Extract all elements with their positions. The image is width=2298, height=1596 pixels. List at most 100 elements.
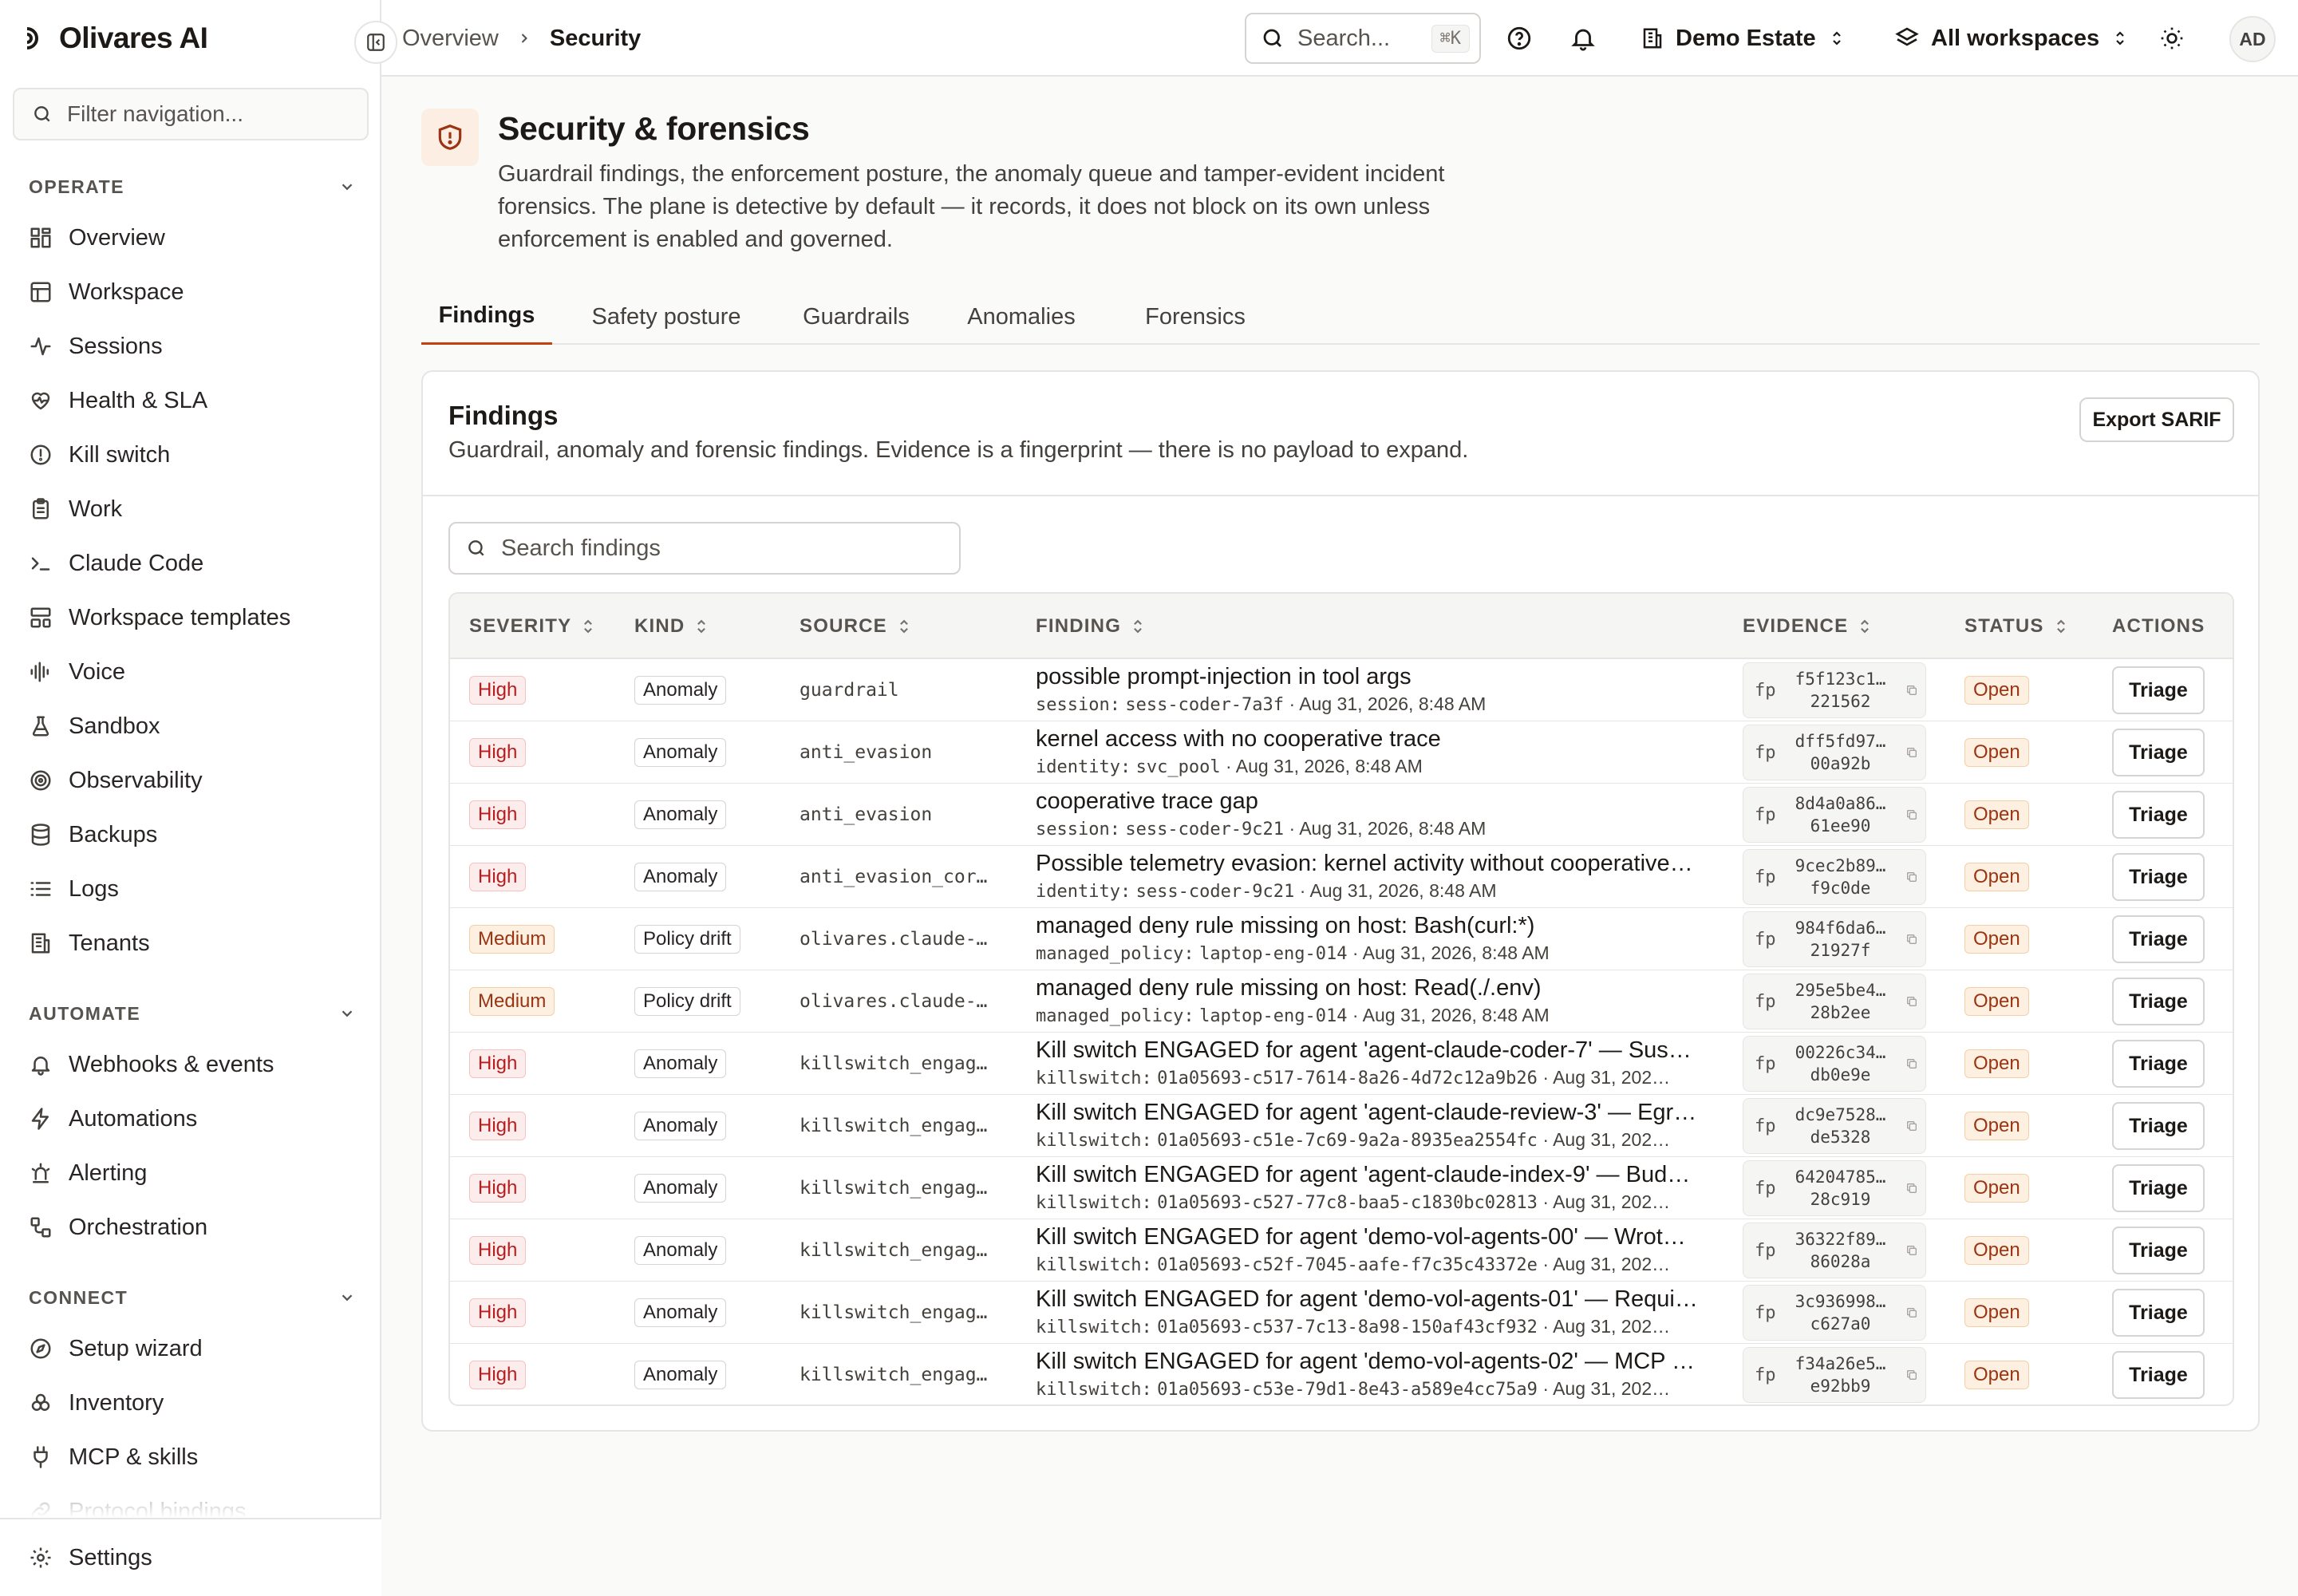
avatar[interactable]: AD <box>2229 16 2276 62</box>
table-row[interactable]: Medium Policy drift olivares.claude-… manag… <box>450 970 2233 1033</box>
sidebar-item-kill-switch[interactable]: Kill switch <box>16 431 365 479</box>
evidence-fingerprint[interactable]: fp 9cec2b89… f9c0de <box>1743 849 1926 905</box>
copy-icon[interactable] <box>1905 1369 1918 1381</box>
copy-icon[interactable] <box>1905 1120 1918 1132</box>
export-sarif-button[interactable]: Export SARIF <box>2079 397 2234 442</box>
evidence-fingerprint[interactable]: fp 3c936998… c627a0 <box>1743 1285 1926 1341</box>
sidebar-item-backups[interactable]: Backups <box>16 811 365 859</box>
findings-search-input[interactable] <box>501 535 948 562</box>
table-row[interactable]: High Anomaly anti_evasion_cor… Possible tel… <box>450 846 2233 908</box>
tab-safety-posture[interactable]: Safety posture <box>568 289 764 345</box>
table-row[interactable]: High Anomaly guardrail possible prompt-inje… <box>450 659 2233 721</box>
evidence-fingerprint[interactable]: fp 984f6da6… 21927f <box>1743 911 1926 967</box>
evidence-fingerprint[interactable]: fp 00226c34… db0e9e <box>1743 1036 1926 1092</box>
column-severity[interactable]: SEVERITY <box>469 594 595 659</box>
triage-button[interactable]: Triage <box>2112 666 2205 714</box>
column-status[interactable]: STATUS <box>1964 594 2068 659</box>
table-row[interactable]: High Anomaly anti_evasion cooperative trace… <box>450 784 2233 846</box>
triage-button[interactable]: Triage <box>2112 853 2205 901</box>
sidebar-item-observability[interactable]: Observability <box>16 757 365 804</box>
column-evidence[interactable]: EVIDENCE <box>1743 594 1872 659</box>
sidebar-item-setup-wizard[interactable]: Setup wizard <box>16 1325 365 1373</box>
nav-filter-input[interactable] <box>67 101 354 127</box>
evidence-fingerprint[interactable]: fp 295e5be4… 28b2ee <box>1743 974 1926 1029</box>
tab-guardrails[interactable]: Guardrails <box>777 289 935 345</box>
sidebar-item-workspace[interactable]: Workspace <box>16 268 365 316</box>
triage-button[interactable]: Triage <box>2112 978 2205 1025</box>
sidebar-item-tenants[interactable]: Tenants <box>16 919 365 967</box>
copy-icon[interactable] <box>1905 1057 1918 1070</box>
column-kind[interactable]: KIND <box>634 594 709 659</box>
notifications-button[interactable] <box>1564 19 1602 57</box>
evidence-fingerprint[interactable]: fp 64204785… 28c919 <box>1743 1160 1926 1216</box>
sidebar-item-inventory[interactable]: Inventory <box>16 1379 365 1427</box>
sidebar-item-logs[interactable]: Logs <box>16 865 365 913</box>
copy-icon[interactable] <box>1905 1306 1918 1319</box>
evidence-fingerprint[interactable]: fp dff5fd97… 00a92b <box>1743 725 1926 780</box>
evidence-fingerprint[interactable]: fp f5f123c1… 221562 <box>1743 662 1926 718</box>
copy-icon[interactable] <box>1905 746 1918 759</box>
theme-toggle[interactable] <box>2153 19 2191 57</box>
evidence-fingerprint[interactable]: fp dc9e7528… de5328 <box>1743 1098 1926 1154</box>
tab-findings[interactable]: Findings <box>421 289 552 345</box>
brand[interactable]: Olivares AI <box>22 18 208 59</box>
sidebar-item-settings[interactable]: Settings <box>16 1534 365 1582</box>
triage-button[interactable]: Triage <box>2112 915 2205 963</box>
column-source[interactable]: SOURCE <box>800 594 911 659</box>
copy-icon[interactable] <box>1905 871 1918 883</box>
sidebar-item-overview[interactable]: Overview <box>16 214 365 262</box>
copy-icon[interactable] <box>1905 1182 1918 1195</box>
estate-selector[interactable]: Demo Estate <box>1641 14 1846 62</box>
evidence-fingerprint[interactable]: fp 36322f89… 86028a <box>1743 1223 1926 1278</box>
sidebar-item-orchestration[interactable]: Orchestration <box>16 1203 365 1251</box>
triage-button[interactable]: Triage <box>2112 1351 2205 1399</box>
sidebar-item-webhooks-events[interactable]: Webhooks & events <box>16 1041 365 1088</box>
copy-icon[interactable] <box>1905 933 1918 946</box>
sidebar-item-claude-code[interactable]: Claude Code <box>16 539 365 587</box>
table-row[interactable]: High Anomaly killswitch_engag… Kill switch … <box>450 1095 2233 1157</box>
column-finding[interactable]: FINDING <box>1036 594 1145 659</box>
tab-forensics[interactable]: Forensics <box>1117 289 1273 345</box>
sidebar-item-mcp-skills[interactable]: MCP & skills <box>16 1433 365 1481</box>
sidebar-item-sessions[interactable]: Sessions <box>16 322 365 370</box>
nav-section-automate[interactable]: AUTOMATE <box>29 998 356 1029</box>
sidebar-item-sandbox[interactable]: Sandbox <box>16 702 365 750</box>
sidebar-item-alerting[interactable]: Alerting <box>16 1149 365 1197</box>
help-button[interactable] <box>1500 19 1538 57</box>
table-row[interactable]: Medium Policy drift olivares.claude-… manag… <box>450 908 2233 970</box>
breadcrumb-overview[interactable]: Overview <box>402 26 499 52</box>
sidebar-item-workspace-templates[interactable]: Workspace templates <box>16 594 365 642</box>
nav-section-connect[interactable]: CONNECT <box>29 1282 356 1314</box>
table-row[interactable]: High Anomaly killswitch_engag… Kill switch … <box>450 1282 2233 1344</box>
table-row[interactable]: High Anomaly killswitch_engag… Kill switch … <box>450 1344 2233 1404</box>
nav-section-operate[interactable]: OPERATE <box>29 171 356 203</box>
copy-icon[interactable] <box>1905 995 1918 1008</box>
triage-button[interactable]: Triage <box>2112 1040 2205 1088</box>
triage-button[interactable]: Triage <box>2112 1227 2205 1274</box>
tab-anomalies[interactable]: Anomalies <box>932 289 1111 345</box>
triage-button[interactable]: Triage <box>2112 1164 2205 1212</box>
table-row[interactable]: High Anomaly anti_evasion kernel access wit… <box>450 721 2233 784</box>
table-row[interactable]: High Anomaly killswitch_engag… Kill switch … <box>450 1157 2233 1219</box>
triage-button[interactable]: Triage <box>2112 1289 2205 1337</box>
finding-meta: managed_policy: laptop-eng-014 · Aug 31,… <box>1036 1003 1711 1029</box>
findings-search[interactable] <box>448 522 961 575</box>
evidence-fingerprint[interactable]: fp f34a26e5… e92bb9 <box>1743 1347 1926 1403</box>
triage-button[interactable]: Triage <box>2112 1102 2205 1150</box>
sidebar-item-voice[interactable]: Voice <box>16 648 365 696</box>
copy-icon[interactable] <box>1905 684 1918 697</box>
table-row[interactable]: High Anomaly killswitch_engag… Kill switch … <box>450 1033 2233 1095</box>
table-row[interactable]: High Anomaly killswitch_engag… Kill switch … <box>450 1219 2233 1282</box>
collapse-sidebar-button[interactable] <box>354 21 397 64</box>
triage-button[interactable]: Triage <box>2112 791 2205 839</box>
sidebar-item-work[interactable]: Work <box>16 485 365 533</box>
sidebar-item-health-sla[interactable]: Health & SLA <box>16 377 365 425</box>
copy-icon[interactable] <box>1905 808 1918 821</box>
nav-filter[interactable] <box>13 88 369 140</box>
evidence-fingerprint[interactable]: fp 8d4a0a86… 61ee90 <box>1743 787 1926 843</box>
global-search[interactable]: Search... ⌘K <box>1245 13 1481 64</box>
triage-button[interactable]: Triage <box>2112 729 2205 776</box>
sidebar-item-automations[interactable]: Automations <box>16 1095 365 1143</box>
workspace-selector[interactable]: All workspaces <box>1894 14 2130 62</box>
copy-icon[interactable] <box>1905 1244 1918 1257</box>
